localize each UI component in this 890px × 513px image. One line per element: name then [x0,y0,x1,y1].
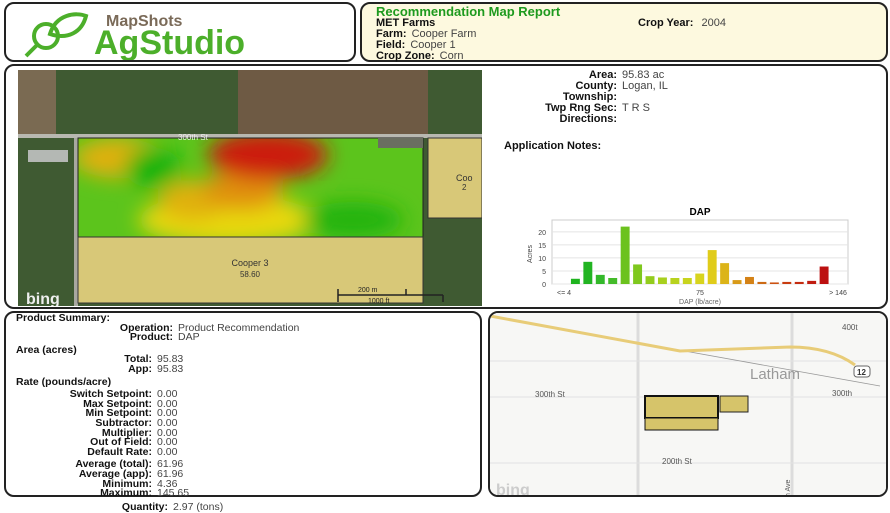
neighbor-right-label: Coo [456,173,473,183]
dap-histogram: DAP 0 5 10 15 20 <= 4 75 > 146 DAP (lb/acre) Acres [527,207,849,306]
app-label: App: [128,362,152,375]
trs-value: T R S [622,102,650,114]
histogram-bar [769,282,779,284]
histogram-bar [620,226,630,284]
histogram-bar [782,281,792,284]
map-info-panel: Cooper 3 58.60 Coo 2 300th St 200 m 1000… [4,64,888,309]
report-header: Recommendation Map Report MET Farms Crop… [360,2,888,62]
town-label: Latham [750,366,800,383]
neighbor-field-label: Cooper 3 [231,258,268,268]
y-tick-label: 0 [542,282,546,289]
summary-row: Maximum: 145.65 [16,487,299,500]
road-ave: h Ave [785,480,792,497]
y-tick-label: 10 [538,256,546,263]
quantity-label: Quantity: [121,500,168,513]
histogram-bar [583,261,593,284]
road-label: 300th St [178,133,209,142]
crop-year: 2004 [701,17,726,29]
histogram-bar [645,276,655,284]
x-axis-label: DAP (lb/acre) [679,299,721,306]
field-rate-map[interactable]: Cooper 3 58.60 Coo 2 300th St 200 m 1000… [18,70,482,306]
neighbor-field-area: 58.60 [240,270,261,279]
histogram-bar [757,281,767,284]
report-title: Recommendation Map Report [376,4,561,19]
y-axis-label: Acres [527,245,534,263]
histogram-bar [807,280,817,284]
road-300th-east: 300th [832,389,852,398]
histogram-bar [633,264,643,284]
row-label: Default Rate: [87,445,152,458]
histogram-bar [745,276,754,284]
row-label: Maximum: [100,487,152,500]
histogram-bar [595,274,605,284]
field-info: Area: 95.83 ac County: Logan, IL Township:… [502,70,668,152]
crop-year-label: Crop Year: [638,17,694,29]
product-summary-panel: Product Summary: Operation: Product Recom… [4,311,482,512]
histogram-bar [670,278,680,284]
locator-map[interactable]: Latham 300th St 300th 200th St 400t h Av… [488,311,888,497]
x-tick-label: <= 4 [557,290,571,297]
logo-panel: MapShots AgStudio [4,2,356,62]
notes-label: Application Notes: [504,140,602,152]
product-value: DAP [178,331,200,344]
x-tick-label: > 146 [829,290,847,297]
crop-zone-value: Corn [439,50,464,62]
app-value: 95.83 [157,362,184,375]
x-tick-label: 75 [696,290,704,297]
quantity-value: 2.97 (tons) [173,500,224,513]
neighbor-right-area: 2 [462,183,467,192]
county-value: Logan, IL [622,80,668,92]
y-tick-label: 20 [538,230,546,237]
road-200th-st: 200th St [662,457,693,466]
histogram-bar [570,278,580,284]
road-300th-st: 300th St [535,390,566,399]
crop-zone-label: Crop Zone: [376,50,435,62]
bing-logo: bing [496,482,530,497]
area-title: Area (acres) [16,343,77,356]
svg-text:AgStudio: AgStudio [94,24,245,60]
bing-logo: bing [26,291,60,306]
histogram-bar [682,278,692,284]
agstudio-logo: MapShots AgStudio [24,12,245,62]
summary-row: Default Rate: 0.00 [16,445,299,458]
y-tick-label: 5 [542,269,546,276]
histogram-bar [608,278,618,284]
histogram-bar [720,263,730,284]
company-name: MET Farms [376,17,436,29]
histogram-bar [819,266,829,284]
summary-title: Product Summary: [16,312,110,324]
histogram-bar [794,281,804,284]
product-label: Product: [129,331,173,344]
scale-m: 200 m [358,287,378,294]
chart-title: DAP [689,207,710,218]
directions-label: Directions: [559,113,617,125]
histogram-bar [707,250,717,284]
row-value: 0.00 [157,445,178,458]
highway-shield: 12 [857,368,866,377]
histogram-bar [732,280,742,284]
histogram-bar [695,273,705,284]
scale-ft: 1000 ft [368,298,389,305]
row-value: 145.65 [157,487,190,500]
road-400th: 400t [842,323,858,332]
histogram-bar [657,277,667,284]
rate-title: Rate (pounds/acre) [16,375,112,388]
y-tick-label: 15 [538,243,546,250]
